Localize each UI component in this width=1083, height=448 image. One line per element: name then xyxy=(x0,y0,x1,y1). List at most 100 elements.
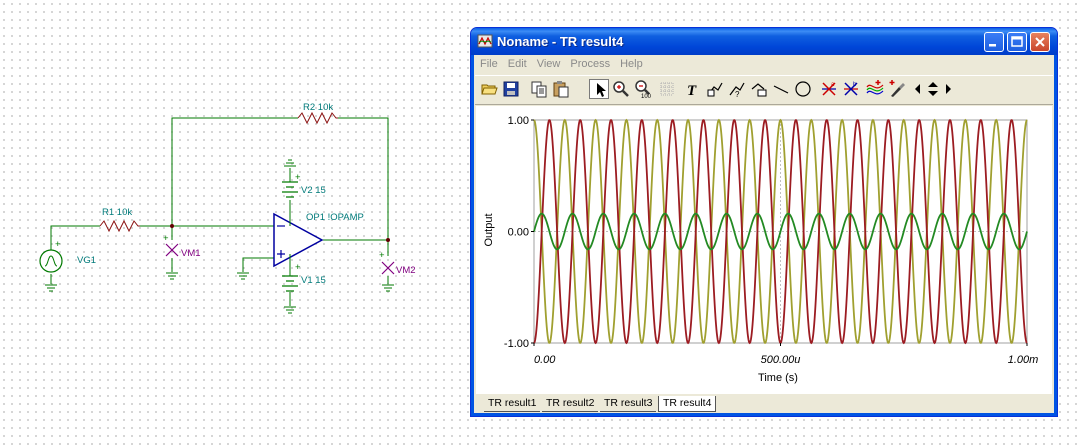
line-tool-button[interactable] xyxy=(771,79,791,99)
vm1-label: VM1 xyxy=(181,248,201,259)
y-tick-label: 0.00 xyxy=(508,227,529,239)
window-title: Noname - TR result4 xyxy=(497,34,624,49)
minimize-icon xyxy=(989,44,996,47)
curve-style-icon xyxy=(866,80,884,95)
arrow-right-icon xyxy=(946,84,951,94)
tab-tr-result4[interactable]: TR result4 xyxy=(658,396,717,412)
curve-style-button[interactable] xyxy=(865,79,885,99)
arrow-updown-button[interactable] xyxy=(925,79,941,99)
resistor-r2[interactable]: R2 10k xyxy=(297,102,338,125)
minimize-button[interactable] xyxy=(984,32,1004,52)
menu-process[interactable]: Process xyxy=(565,55,615,70)
junction-dot xyxy=(386,238,390,242)
arrow-left-icon xyxy=(915,84,920,94)
paste-icon xyxy=(553,81,569,98)
copy-icon xyxy=(531,81,547,98)
app-icon xyxy=(477,34,493,48)
title-bar[interactable]: Noname - TR result4 xyxy=(471,28,1057,55)
circle-tool-icon xyxy=(795,81,811,97)
resistor-r1[interactable]: R1 10k xyxy=(99,207,140,233)
r2-label: R2 10k xyxy=(303,102,333,113)
vg1-label: VG1 xyxy=(77,255,96,266)
tab-tr-result2[interactable]: TR result2 xyxy=(542,396,599,412)
svg-text:+: + xyxy=(55,239,61,250)
battery-v1[interactable]: + V1 15 xyxy=(282,262,326,292)
cursor-b-button[interactable]: b xyxy=(841,79,861,99)
y-tick-label: 1.00 xyxy=(508,115,529,127)
save-button[interactable] xyxy=(501,79,521,99)
x-tick-label: 0.00 xyxy=(534,354,556,366)
text-tool-button[interactable]: T xyxy=(683,79,703,99)
label-tool-3-button[interactable] xyxy=(749,79,769,99)
zoom-100-icon: 100 xyxy=(635,80,652,99)
paste-button[interactable] xyxy=(551,79,571,99)
maximize-button[interactable] xyxy=(1007,32,1027,52)
svg-text:+: + xyxy=(295,172,301,183)
cursor-a-icon: a xyxy=(822,82,836,96)
label-tool-1-button[interactable] xyxy=(705,79,725,99)
junction-dot xyxy=(170,224,174,228)
svg-text:+: + xyxy=(163,233,169,244)
cursor-a-button[interactable]: a xyxy=(819,79,839,99)
waveform-chart[interactable]: 1.00 0.00 -1.00 0.00 500.00u 1.00m Time (s) O… xyxy=(476,106,1052,394)
menu-bar: File Edit View Process Help xyxy=(475,55,1053,74)
cursor-b-icon: b xyxy=(844,82,858,96)
svg-text:100: 100 xyxy=(641,94,652,99)
pointer-button[interactable] xyxy=(589,79,609,99)
tab-tr-result3[interactable]: TR result3 xyxy=(600,396,657,412)
x-axis-label: Time (s) xyxy=(758,372,798,384)
battery-v2[interactable]: + V2 15 xyxy=(282,172,326,198)
svg-text:?: ? xyxy=(735,90,740,99)
result-window[interactable]: Noname - TR result4 File Edit View Process H… xyxy=(470,27,1058,417)
save-disk-icon xyxy=(503,81,519,97)
line-tool-icon xyxy=(773,85,789,94)
label-tool-1-icon xyxy=(707,82,723,97)
label-tool-3-icon xyxy=(751,83,767,97)
opamp-op1[interactable]: OP1 !OPAMP xyxy=(273,212,364,268)
toolbar: 100 T ? a b xyxy=(475,75,1053,105)
v1-label: V1 15 xyxy=(301,275,326,286)
arrow-updown-icon xyxy=(928,82,938,96)
marker-pen-icon xyxy=(889,80,905,97)
zoom-in-button[interactable] xyxy=(611,79,631,99)
y-tick-label: -1.00 xyxy=(504,338,529,350)
close-icon xyxy=(1035,37,1045,47)
tab-tr-result1[interactable]: TR result1 xyxy=(484,396,541,412)
circle-tool-button[interactable] xyxy=(793,79,813,99)
x-tick-label: 1.00m xyxy=(1008,354,1039,366)
maximize-icon xyxy=(1011,36,1023,47)
plot-area[interactable]: 1.00 0.00 -1.00 0.00 500.00u 1.00m Time (s) O… xyxy=(476,106,1052,394)
grid-button[interactable] xyxy=(657,79,677,99)
voltmeter-vm1[interactable]: + VM1 xyxy=(163,233,201,259)
svg-text:+: + xyxy=(379,250,385,261)
close-button[interactable] xyxy=(1030,32,1050,52)
menu-file[interactable]: File xyxy=(475,55,503,70)
menu-edit[interactable]: Edit xyxy=(503,55,532,70)
x-tick-label: 500.00u xyxy=(761,354,801,366)
pointer-icon xyxy=(597,83,606,97)
label-tool-2-button[interactable]: ? xyxy=(727,79,747,99)
vm2-label: VM2 xyxy=(396,265,416,276)
grid-icon xyxy=(660,82,674,96)
voltmeter-vm2[interactable]: + VM2 xyxy=(379,250,416,276)
v2-label: V2 15 xyxy=(301,185,326,196)
menu-help[interactable]: Help xyxy=(615,55,648,70)
zoom-100-button[interactable]: 100 xyxy=(633,79,653,99)
open-folder-icon xyxy=(481,84,498,95)
arrow-right-button[interactable] xyxy=(941,79,955,99)
arrow-left-button[interactable] xyxy=(911,79,925,99)
y-axis-label: Output xyxy=(483,213,495,246)
svg-text:+: + xyxy=(295,262,301,273)
copy-button[interactable] xyxy=(529,79,549,99)
op1-label: OP1 !OPAMP xyxy=(306,212,364,223)
label-tool-2-icon: ? xyxy=(729,82,745,99)
open-button[interactable] xyxy=(479,79,499,99)
voltage-generator-vg1[interactable]: + VG1 xyxy=(39,239,96,273)
zoom-in-icon xyxy=(613,81,629,97)
marker-pen-button[interactable] xyxy=(887,79,907,99)
r1-label: R1 10k xyxy=(102,207,132,218)
schematic-canvas[interactable]: R2 10k R1 10k + VG1 + VM1 + VM2 + V2 15 … xyxy=(0,0,460,448)
svg-text:T: T xyxy=(687,83,697,99)
ground-symbols xyxy=(45,159,394,314)
menu-view[interactable]: View xyxy=(532,55,566,70)
